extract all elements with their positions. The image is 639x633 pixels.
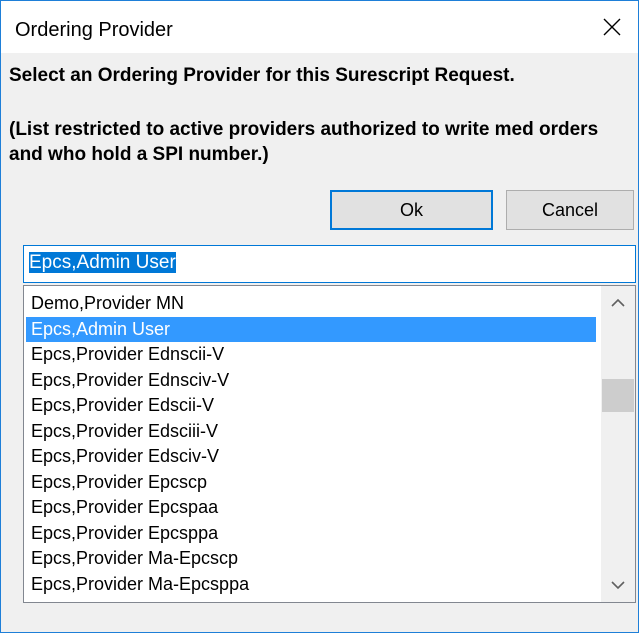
scroll-thumb[interactable] xyxy=(602,379,634,412)
provider-list: Demo,Provider MN Epcs,Admin User Epcs,Prov… xyxy=(26,291,596,597)
provider-list-item[interactable]: Epcs,Provider Ednsciv-V xyxy=(26,368,596,394)
list-scrollbar[interactable] xyxy=(601,286,635,602)
window-title: Ordering Provider xyxy=(15,19,173,41)
provider-list-item[interactable]: Epcs,Provider Ednscii-V xyxy=(26,342,596,368)
provider-list-item[interactable]: Epcs,Provider Ma-Epcsppa xyxy=(26,572,596,598)
prompt-text: Select an Ordering Provider for this Sur… xyxy=(9,65,515,86)
cancel-button[interactable]: Cancel xyxy=(506,190,634,230)
provider-list-item[interactable]: Epcs,Provider Epcspaa xyxy=(26,495,596,521)
scroll-up-button[interactable] xyxy=(601,286,635,320)
ok-button[interactable]: Ok xyxy=(330,190,493,230)
provider-list-item[interactable]: Epcs,Provider Edsciv-V xyxy=(26,444,596,470)
restriction-note: (List restricted to active providers aut… xyxy=(9,119,599,165)
provider-list-item[interactable]: Epcs,Provider Edscii-V xyxy=(26,393,596,419)
provider-list-item[interactable]: Epcs,Provider Edsciii-V xyxy=(26,419,596,445)
close-button[interactable] xyxy=(592,7,632,47)
chevron-down-icon xyxy=(611,581,625,590)
provider-list-item[interactable]: Epcs,Provider Epcsppa xyxy=(26,521,596,547)
provider-list-item[interactable]: Demo,Provider MN xyxy=(26,291,596,317)
title-bar: Ordering Provider xyxy=(1,1,638,53)
chevron-up-icon xyxy=(611,298,625,307)
provider-search-value: Epcs,Admin User xyxy=(29,252,176,273)
ordering-provider-dialog: Ordering Provider Select an Ordering Pro… xyxy=(0,0,639,633)
provider-list-item[interactable]: Epcs,Admin User xyxy=(26,316,596,342)
provider-search-input[interactable]: Epcs,Admin User xyxy=(23,245,636,283)
provider-listbox[interactable]: Demo,Provider MN Epcs,Admin User Epcs,Prov… xyxy=(23,285,636,603)
provider-list-item[interactable]: Epcs,Provider Ma-Epcscp xyxy=(26,546,596,572)
provider-list-item[interactable]: Epcs,Provider Epcscp xyxy=(26,470,596,496)
scroll-down-button[interactable] xyxy=(601,568,635,602)
close-icon xyxy=(603,18,621,36)
